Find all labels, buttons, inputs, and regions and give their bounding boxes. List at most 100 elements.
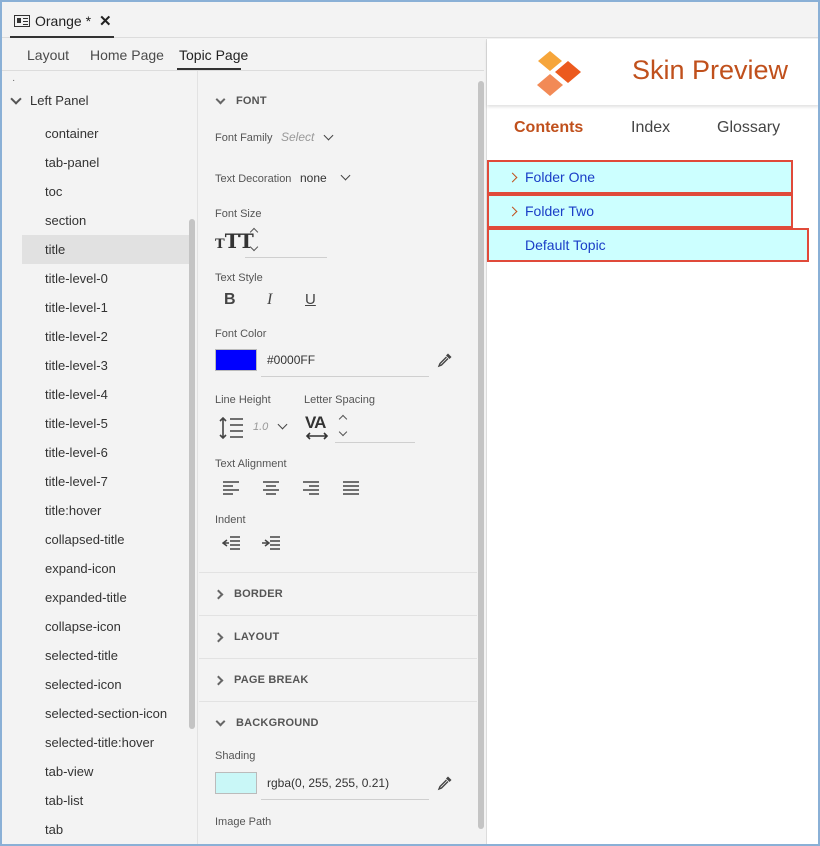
tree-item-selected-title[interactable]: selected-title [22,641,190,670]
chevron-right-icon [507,206,518,216]
letter-spacing-increase[interactable] [338,414,348,424]
properties-panel: FONT Font Family Select Text Decoration … [199,71,477,844]
align-justify-icon[interactable] [343,481,359,495]
properties-scrollbar[interactable] [478,81,484,829]
align-right-icon[interactable] [303,481,319,495]
tree-item-title-level-7[interactable]: title-level-7 [22,467,190,496]
tree-item-title-level-0[interactable]: title-level-0 [22,264,190,293]
text-alignment-label: Text Alignment [215,458,287,470]
border-section-header[interactable]: BORDER [213,588,283,600]
tab-topic-page[interactable]: Topic Page [179,47,248,63]
tree-item-container[interactable]: container [22,119,190,148]
text-decoration-label: Text Decoration [215,173,292,185]
tree-item-tab-list[interactable]: tab-list [22,786,190,815]
align-center-icon[interactable] [263,481,279,495]
toc-folder[interactable]: Folder Two [487,194,793,228]
tree-item-title-level-2[interactable]: title-level-2 [22,322,190,351]
preview-tab-glossary[interactable]: Glossary [717,119,780,137]
tree-item-collapsed-title[interactable]: collapsed-title [22,525,190,554]
border-section-title: BORDER [234,588,283,600]
tree-item-selected-title-hover[interactable]: selected-title:hover [22,728,190,757]
close-icon[interactable]: ✕ [99,12,112,30]
layout-section-header[interactable]: LAYOUT [213,631,280,643]
tree-item-section[interactable]: section [22,206,190,235]
shading-value[interactable]: rgba(0, 255, 255, 0.21) [267,776,389,790]
toc-folder[interactable]: Folder One [487,160,793,194]
tree-item-expanded-title[interactable]: expanded-title [22,583,190,612]
chevron-down-icon[interactable] [277,419,288,430]
tree-item-title[interactable]: title [22,235,190,264]
tree-root-left-panel[interactable]: Left Panel [10,92,89,108]
underline-button[interactable]: U [305,291,316,308]
font-section-header[interactable]: FONT [215,94,267,107]
preview-tab-contents[interactable]: Contents [514,119,583,137]
chevron-down-icon[interactable] [10,92,22,105]
font-family-select[interactable]: Select [281,130,314,144]
chevron-right-icon [507,172,518,182]
component-tree: · Left Panel container tab-panel toc sectio… [2,71,198,844]
tree-scroll-marker: · [12,75,16,86]
preview-tab-index[interactable]: Index [631,119,670,137]
tree-scrollbar[interactable] [189,219,195,729]
letter-spacing-input[interactable] [335,442,415,443]
tree-item-title-level-3[interactable]: title-level-3 [22,351,190,380]
font-color-swatch[interactable] [215,349,257,371]
tree-item-title-hover[interactable]: title:hover [22,496,190,525]
text-style-label: Text Style [215,272,263,284]
outdent-icon[interactable] [222,536,240,550]
italic-button[interactable]: I [267,291,272,309]
line-height-label: Line Height [215,394,271,406]
indent-icon[interactable] [262,536,280,550]
document-tab[interactable]: Orange * ✕ [10,6,114,38]
tree-item-title-level-4[interactable]: title-level-4 [22,380,190,409]
page-break-section-title: PAGE BREAK [234,674,309,686]
eyedropper-icon[interactable] [437,775,453,791]
chevron-down-icon[interactable] [340,170,351,181]
brand-logo [537,51,581,96]
tree-item-selected-icon[interactable]: selected-icon [22,670,190,699]
page-break-section-header[interactable]: PAGE BREAK [213,674,309,686]
chevron-down-icon[interactable] [323,130,334,141]
tree-item-title-level-6[interactable]: title-level-6 [22,438,190,467]
text-decoration-select[interactable]: none [300,171,327,185]
toc-folder-label: Folder One [525,169,596,185]
align-left-icon[interactable] [223,481,239,495]
tree-item-selected-section-icon[interactable]: selected-section-icon [22,699,190,728]
font-color-input[interactable] [261,376,429,377]
tab-layout[interactable]: Layout [27,47,69,63]
tree-item-tab-panel[interactable]: tab-panel [22,148,190,177]
tree-item-tab-view[interactable]: tab-view [22,757,190,786]
background-section-header[interactable]: BACKGROUND [215,716,319,729]
chevron-down-icon [215,94,226,104]
line-height-icon [219,416,243,440]
font-color-value[interactable]: #0000FF [267,353,315,367]
layout-section-title: LAYOUT [234,631,280,643]
letter-spacing-label: Letter Spacing [304,394,375,406]
shading-label: Shading [215,750,256,762]
skin-editor: Layout Home Page Topic Page · Left Panel… [2,39,484,844]
tree-item-toc[interactable]: toc [22,177,190,206]
shading-swatch[interactable] [215,772,257,794]
shading-input[interactable] [261,799,429,800]
tree-item-title-level-1[interactable]: title-level-1 [22,293,190,322]
chevron-down-icon [215,716,226,726]
preview-header: Skin Preview [487,39,818,105]
tree-item-tab[interactable]: tab [22,815,190,844]
line-height-value[interactable]: 1.0 [253,421,268,433]
letter-spacing-icon: VA [305,413,329,441]
app-window: Orange * ✕ Layout Home Page Topic Page ·… [0,0,820,846]
tree-item-expand-icon[interactable]: expand-icon [22,554,190,583]
tab-home-page[interactable]: Home Page [90,47,164,63]
bold-button[interactable]: B [224,291,236,309]
font-size-input[interactable] [245,257,327,258]
font-size-icon: TTT [215,229,254,253]
image-path-label: Image Path [215,816,272,828]
tree-item-title-level-5[interactable]: title-level-5 [22,409,190,438]
document-tab-bar: Orange * ✕ [2,2,818,38]
letter-spacing-decrease[interactable] [338,427,348,437]
toc-topic-label: Default Topic [525,237,606,253]
tree-item-collapse-icon[interactable]: collapse-icon [22,612,190,641]
toc-topic[interactable]: Default Topic [487,228,809,262]
eyedropper-icon[interactable] [437,352,453,368]
font-section-title: FONT [236,95,267,107]
